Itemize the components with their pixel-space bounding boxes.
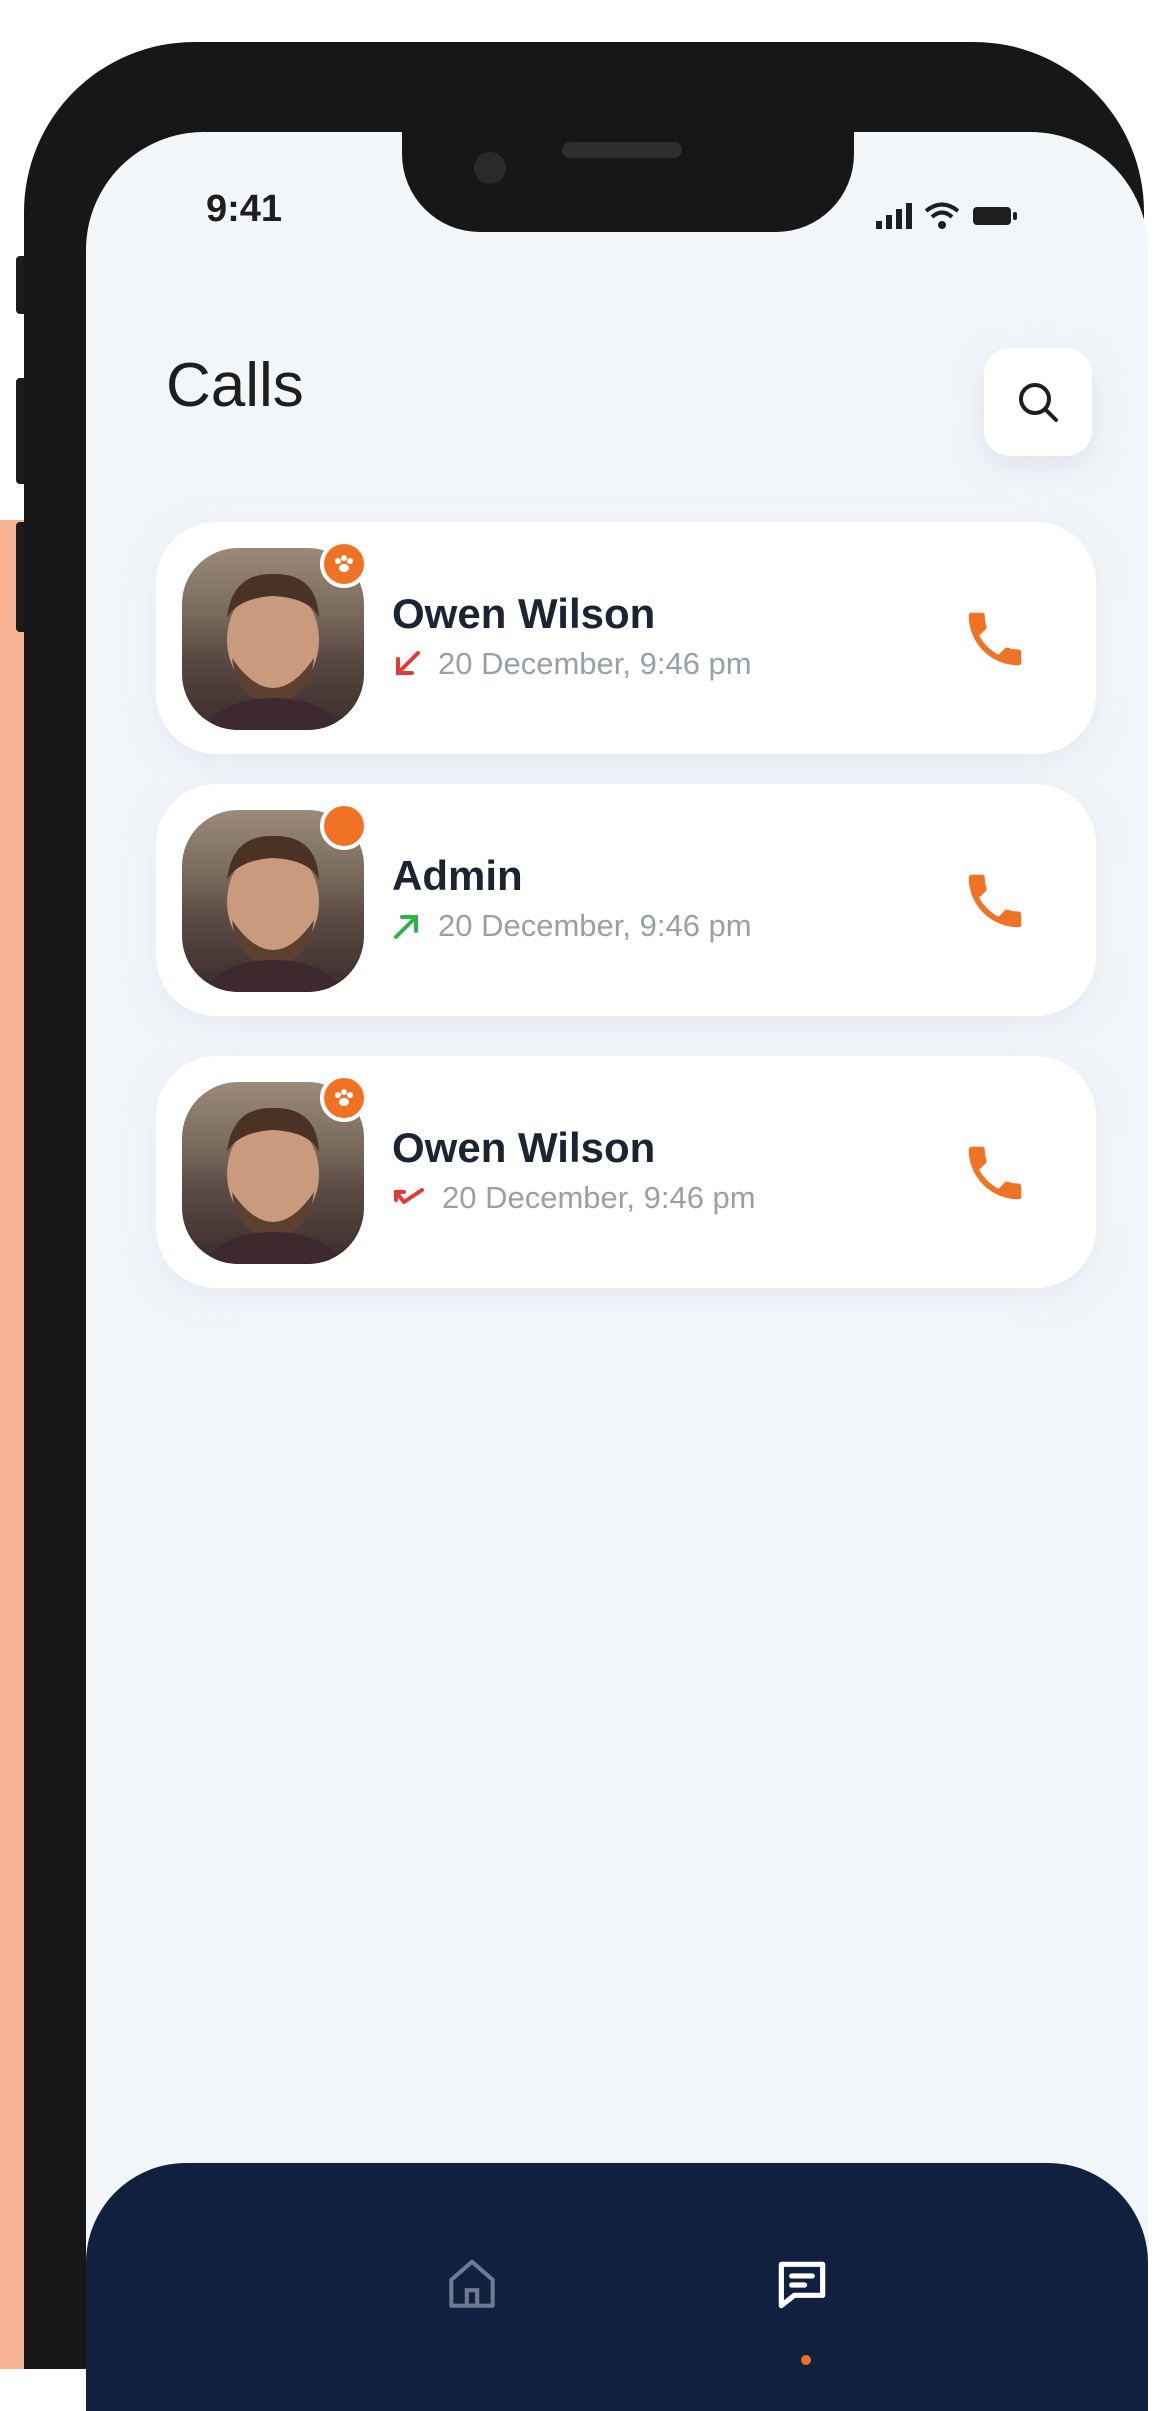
speaker-grille xyxy=(562,142,682,158)
phone-icon xyxy=(968,874,1022,928)
home-icon xyxy=(449,2259,495,2308)
contact-name: Admin xyxy=(392,852,523,899)
call-button[interactable] xyxy=(954,1132,1036,1214)
nav-messages[interactable] xyxy=(762,2245,842,2365)
screen: 9:41 Calls Owen Wilson 20 December, 9:46… xyxy=(86,132,1148,2411)
call-list-item[interactable]: Owen Wilson 20 December, 9:46 pm xyxy=(156,522,1096,754)
status-time: 9:41 xyxy=(206,188,283,230)
call-list-item[interactable]: Owen Wilson 20 December, 9:46 pm xyxy=(156,1056,1096,1288)
phone-icon xyxy=(968,612,1022,666)
battery-icon xyxy=(973,207,1017,225)
status-icons xyxy=(876,202,1018,230)
contact-name: Owen Wilson xyxy=(392,590,656,637)
call-list-item[interactable]: Admin 20 December, 9:46 pm xyxy=(156,784,1096,1016)
signal-icon xyxy=(876,203,912,229)
page-title: Calls xyxy=(166,351,304,420)
paw-icon xyxy=(320,1074,368,1122)
call-button[interactable] xyxy=(954,860,1036,942)
messages-icon xyxy=(778,2261,826,2309)
outgoing-call-arrow-icon xyxy=(394,915,418,939)
contact-name: Owen Wilson xyxy=(392,1124,656,1171)
missed-call-arrow-icon xyxy=(394,1188,424,1204)
active-indicator-dot xyxy=(801,2355,811,2365)
call-datetime: 20 December, 9:46 pm xyxy=(442,1180,756,1215)
search-icon xyxy=(1019,383,1058,422)
phone-icon xyxy=(968,1146,1022,1200)
bottom-navigation xyxy=(86,2163,1148,2411)
call-button[interactable] xyxy=(954,598,1036,680)
paw-icon xyxy=(320,540,368,588)
phone-frame: 9:41 Calls Owen Wilson 20 December, 9:46… xyxy=(24,42,1148,2411)
search-button[interactable] xyxy=(984,348,1092,456)
wifi-icon xyxy=(924,202,960,229)
call-datetime: 20 December, 9:46 pm xyxy=(438,646,752,681)
call-datetime: 20 December, 9:46 pm xyxy=(438,908,752,943)
online-status-dot xyxy=(320,802,368,850)
nav-home[interactable] xyxy=(432,2245,512,2325)
incoming-call-arrow-icon xyxy=(396,651,420,675)
camera-icon xyxy=(474,152,506,184)
phone-notch xyxy=(402,82,854,232)
